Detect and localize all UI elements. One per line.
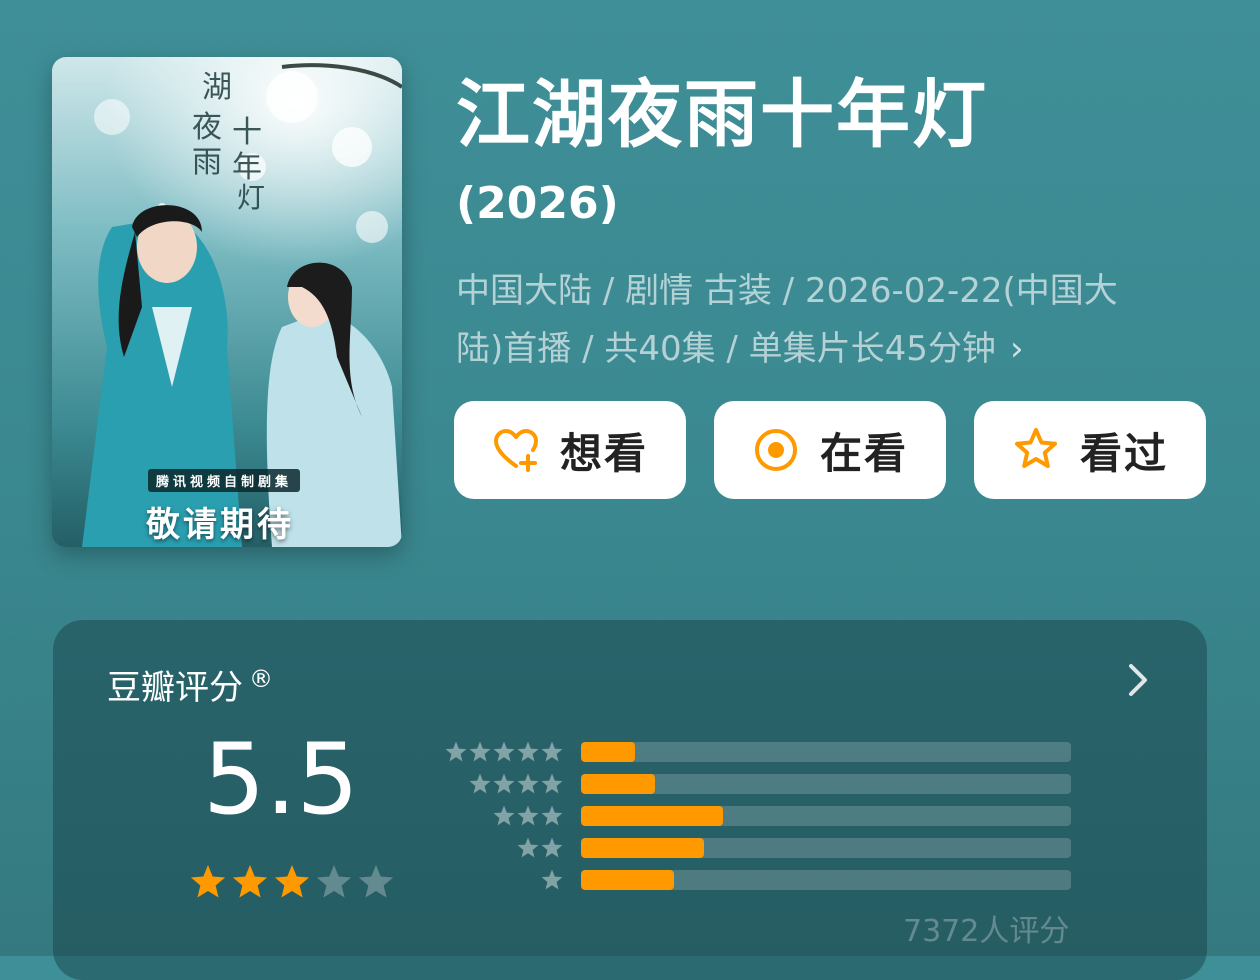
want-to-watch-button[interactable]: 想看 <box>454 401 686 499</box>
registered-mark: ® <box>249 665 273 693</box>
poster-image[interactable]: 湖 夜 雨 十 年 灯 腾讯视频自制剧集 敬请期待 <box>52 57 402 547</box>
rating-row-stars <box>445 741 563 762</box>
meta-line-2: 陆)首播 / 共40集 / 单集片长45分钟 › <box>456 320 1216 378</box>
chevron-right-icon: › <box>1009 329 1024 369</box>
rating-bar-track <box>581 742 1071 762</box>
rating-row-stars <box>493 805 563 826</box>
star-gray-icon <box>541 869 563 890</box>
rating-row-1-star <box>433 868 1093 892</box>
star-empty-icon <box>358 865 394 898</box>
star-outline-icon <box>1012 426 1060 474</box>
meta-line-2-text: 陆)首播 / 共40集 / 单集片长45分钟 <box>456 329 996 369</box>
watching-label: 在看 <box>819 428 908 478</box>
star-gray-icon <box>517 837 539 858</box>
star-gray-icon <box>493 805 515 826</box>
action-bar: 想看 在看 看过 <box>454 401 1208 499</box>
meta-line-1: 中国大陆 / 剧情 古装 / 2026-02-22(中国大 <box>456 271 1118 311</box>
svg-text:夜: 夜 <box>192 110 222 145</box>
rating-bar-fill <box>581 742 635 762</box>
rating-bar-fill <box>581 838 704 858</box>
rating-row-4-star <box>433 772 1093 796</box>
star-gray-icon <box>445 741 467 762</box>
want-to-watch-label: 想看 <box>559 428 648 478</box>
rating-bar-fill <box>581 774 655 794</box>
star-filled-icon <box>274 865 310 898</box>
svg-text:年: 年 <box>232 150 262 185</box>
star-gray-icon <box>541 741 563 762</box>
meta-info[interactable]: 中国大陆 / 剧情 古装 / 2026-02-22(中国大 陆)首播 / 共40… <box>456 262 1216 378</box>
rating-bar-fill <box>581 870 675 890</box>
svg-text:灯: 灯 <box>237 181 265 214</box>
star-gray-icon <box>541 805 563 826</box>
star-gray-icon <box>469 741 491 762</box>
rating-count: 7372人评分 <box>903 914 1070 949</box>
svg-text:雨: 雨 <box>192 145 222 180</box>
heart-plus-icon <box>492 426 540 474</box>
rating-bar-track <box>581 806 1071 826</box>
svg-text:十: 十 <box>232 115 262 150</box>
target-circle-icon <box>752 426 800 474</box>
rating-row-stars <box>469 773 563 794</box>
watching-button[interactable]: 在看 <box>714 401 946 499</box>
rating-row-stars <box>517 837 563 858</box>
star-gray-icon <box>517 773 539 794</box>
rating-bar-fill <box>581 806 724 826</box>
rating-bar-track <box>581 870 1071 890</box>
douban-rating-card[interactable]: 豆瓣评分 ® 5.5 7372人评分 <box>53 620 1207 980</box>
rating-bar-track <box>581 838 1071 858</box>
star-gray-icon <box>493 773 515 794</box>
star-filled-icon <box>232 865 268 898</box>
rating-bar-track <box>581 774 1071 794</box>
rating-score: 5.5 <box>203 723 359 837</box>
rating-row-stars <box>541 869 563 890</box>
rating-stars <box>190 865 394 898</box>
star-gray-icon <box>517 805 539 826</box>
star-gray-icon <box>469 773 491 794</box>
page-title: 江湖夜雨十年灯 <box>456 72 988 158</box>
star-filled-icon <box>190 865 226 898</box>
star-gray-icon <box>493 741 515 762</box>
svg-text:湖: 湖 <box>202 70 232 105</box>
poster-tag: 腾讯视频自制剧集 <box>148 469 301 492</box>
release-year: (2026) <box>456 178 619 229</box>
watched-label: 看过 <box>1079 428 1168 478</box>
star-gray-icon <box>517 741 539 762</box>
star-gray-icon <box>541 773 563 794</box>
poster-coming-soon: 敬请期待 <box>146 505 294 545</box>
watched-button[interactable]: 看过 <box>974 401 1206 499</box>
rating-row-5-star <box>433 740 1093 764</box>
rating-row-2-star <box>433 836 1093 860</box>
chevron-right-icon[interactable] <box>1123 660 1153 700</box>
rating-title: 豆瓣评分 ® <box>107 660 273 709</box>
star-gray-icon <box>541 837 563 858</box>
star-empty-icon <box>316 865 352 898</box>
rating-row-3-star <box>433 804 1093 828</box>
rating-title-text: 豆瓣评分 <box>107 668 243 708</box>
